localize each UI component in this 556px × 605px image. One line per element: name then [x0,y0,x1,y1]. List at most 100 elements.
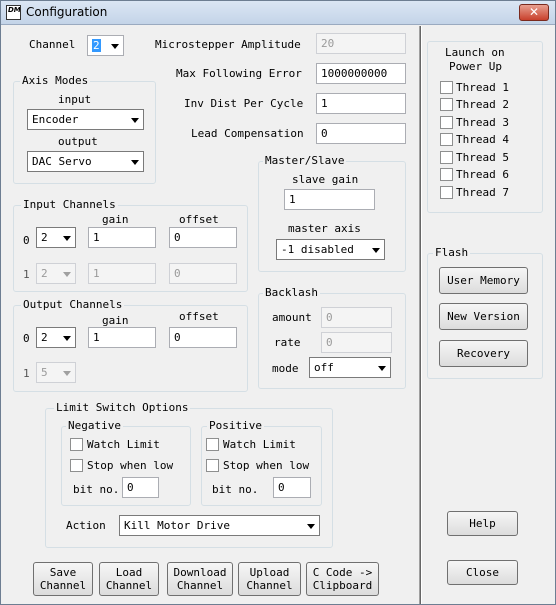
master-slave-title: Master/Slave [263,154,347,167]
close-button[interactable]: Close [447,560,518,585]
positive-stop-when-low-checkbox[interactable] [206,459,219,472]
axis-modes-title: Axis Modes [20,74,91,87]
load-channel-button[interactable]: Load Channel [99,562,159,596]
backlash-mode-select[interactable]: off [309,357,391,378]
microstepper-label: Microstepper Amplitude [155,38,301,51]
chevron-down-icon [63,336,71,341]
output-channel-1-select[interactable]: 5 [36,362,76,383]
action-select[interactable]: Kill Motor Drive [119,515,320,536]
thread-2-checkbox[interactable] [440,98,453,111]
title-bar[interactable]: DM Configuration ✕ [1,1,555,25]
thread-7-label: Thread 7 [456,186,509,199]
load-channel-line2: Channel [105,579,153,592]
positive-stop-when-low-label: Stop when low [223,459,310,472]
c-code-clipboard-line2: Clipboard [312,579,373,592]
negative-limit-title: Negative [66,419,123,432]
launch-title-line1: Launch on [445,46,505,59]
input-gain-0-field[interactable]: 1 [88,227,156,248]
thread-4-checkbox[interactable] [440,133,453,146]
input-row-index: 0 [23,234,30,247]
output-gain-0-field[interactable]: 1 [88,327,156,348]
input-row-index: 1 [23,268,30,281]
backlash-amount-label: amount [272,311,312,324]
backlash-rate-label: rate [274,336,301,349]
channel-select[interactable]: 2 [87,35,124,56]
positive-bit-no-field[interactable]: 0 [273,477,311,498]
output-channel-1-value: 5 [41,366,48,379]
c-code-clipboard-button[interactable]: C Code -> Clipboard [306,562,379,596]
positive-bit-no-label: bit no. [212,483,259,496]
user-memory-button[interactable]: User Memory [439,267,528,294]
axis-input-value: Encoder [32,113,79,126]
microstepper-field[interactable]: 20 [316,33,406,54]
save-channel-line2: Channel [39,579,87,592]
output-offset-header: offset [179,310,219,323]
thread-6-checkbox[interactable] [440,168,453,181]
thread-6-label: Thread 6 [456,168,509,181]
output-channels-title: Output Channels [21,298,125,311]
axis-output-value: DAC Servo [32,155,92,168]
upload-channel-button[interactable]: Upload Channel [238,562,301,596]
max-following-error-field[interactable]: 1000000000 [316,63,406,84]
thread-5-checkbox[interactable] [440,151,453,164]
lead-compensation-field[interactable]: 0 [316,123,406,144]
input-channel-0-value: 2 [41,231,48,244]
negative-bit-no-field[interactable]: 0 [122,477,159,498]
output-row-index: 1 [23,367,30,380]
output-offset-0-field[interactable]: 0 [169,327,237,348]
vertical-separator [419,26,422,604]
action-value: Kill Motor Drive [124,519,230,532]
negative-stop-when-low-checkbox[interactable] [70,459,83,472]
window-close-icon[interactable]: ✕ [519,4,549,21]
thread-4-label: Thread 4 [456,133,509,146]
inv-dist-per-cycle-label: Inv Dist Per Cycle [184,97,304,110]
thread-7-checkbox[interactable] [440,186,453,199]
recovery-button[interactable]: Recovery [439,340,528,367]
help-button[interactable]: Help [447,511,518,536]
download-channel-button[interactable]: Download Channel [167,562,233,596]
input-gain-1-field[interactable]: 1 [88,263,156,284]
lead-compensation-label: Lead Compensation [191,127,304,140]
inv-dist-per-cycle-field[interactable]: 1 [316,93,406,114]
backlash-mode-label: mode [272,362,299,375]
save-channel-button[interactable]: Save Channel [33,562,93,596]
input-channel-1-select[interactable]: 2 [36,263,76,284]
positive-watch-limit-checkbox[interactable] [206,438,219,451]
chevron-down-icon [372,248,380,253]
action-label: Action [66,519,106,532]
input-gain-header: gain [102,213,129,226]
input-channel-0-select[interactable]: 2 [36,227,76,248]
output-channel-0-select[interactable]: 2 [36,327,76,348]
app-icon-text: DM [8,6,21,14]
chevron-down-icon [63,371,71,376]
chevron-down-icon [378,366,386,371]
window-title: Configuration [26,5,108,19]
thread-3-checkbox[interactable] [440,116,453,129]
negative-watch-limit-checkbox[interactable] [70,438,83,451]
backlash-rate-field[interactable]: 0 [321,332,392,353]
input-offset-1-field[interactable]: 0 [169,263,237,284]
thread-5-label: Thread 5 [456,151,509,164]
input-channel-1-value: 2 [41,267,48,280]
axis-input-label: input [58,93,92,106]
backlash-amount-field[interactable]: 0 [321,307,392,328]
thread-1-checkbox[interactable] [440,81,453,94]
positive-limit-title: Positive [207,419,264,432]
axis-output-select[interactable]: DAC Servo [27,151,144,172]
upload-channel-line1: Upload [249,566,290,579]
master-axis-label: master axis [288,222,361,235]
master-axis-value: -1 disabled [281,243,354,256]
thread-1-label: Thread 1 [456,81,509,94]
slave-gain-field[interactable]: 1 [284,189,375,210]
master-axis-select[interactable]: -1 disabled [276,239,385,260]
output-gain-header: gain [102,314,129,327]
backlash-title: Backlash [263,286,320,299]
chevron-down-icon [63,236,71,241]
new-version-button[interactable]: New Version [439,303,528,330]
download-channel-line2: Channel [176,579,224,592]
axis-input-select[interactable]: Encoder [27,109,144,130]
input-offset-0-field[interactable]: 0 [169,227,237,248]
slave-gain-label: slave gain [292,173,359,186]
positive-watch-limit-label: Watch Limit [223,438,296,451]
axis-output-label: output [58,135,98,148]
